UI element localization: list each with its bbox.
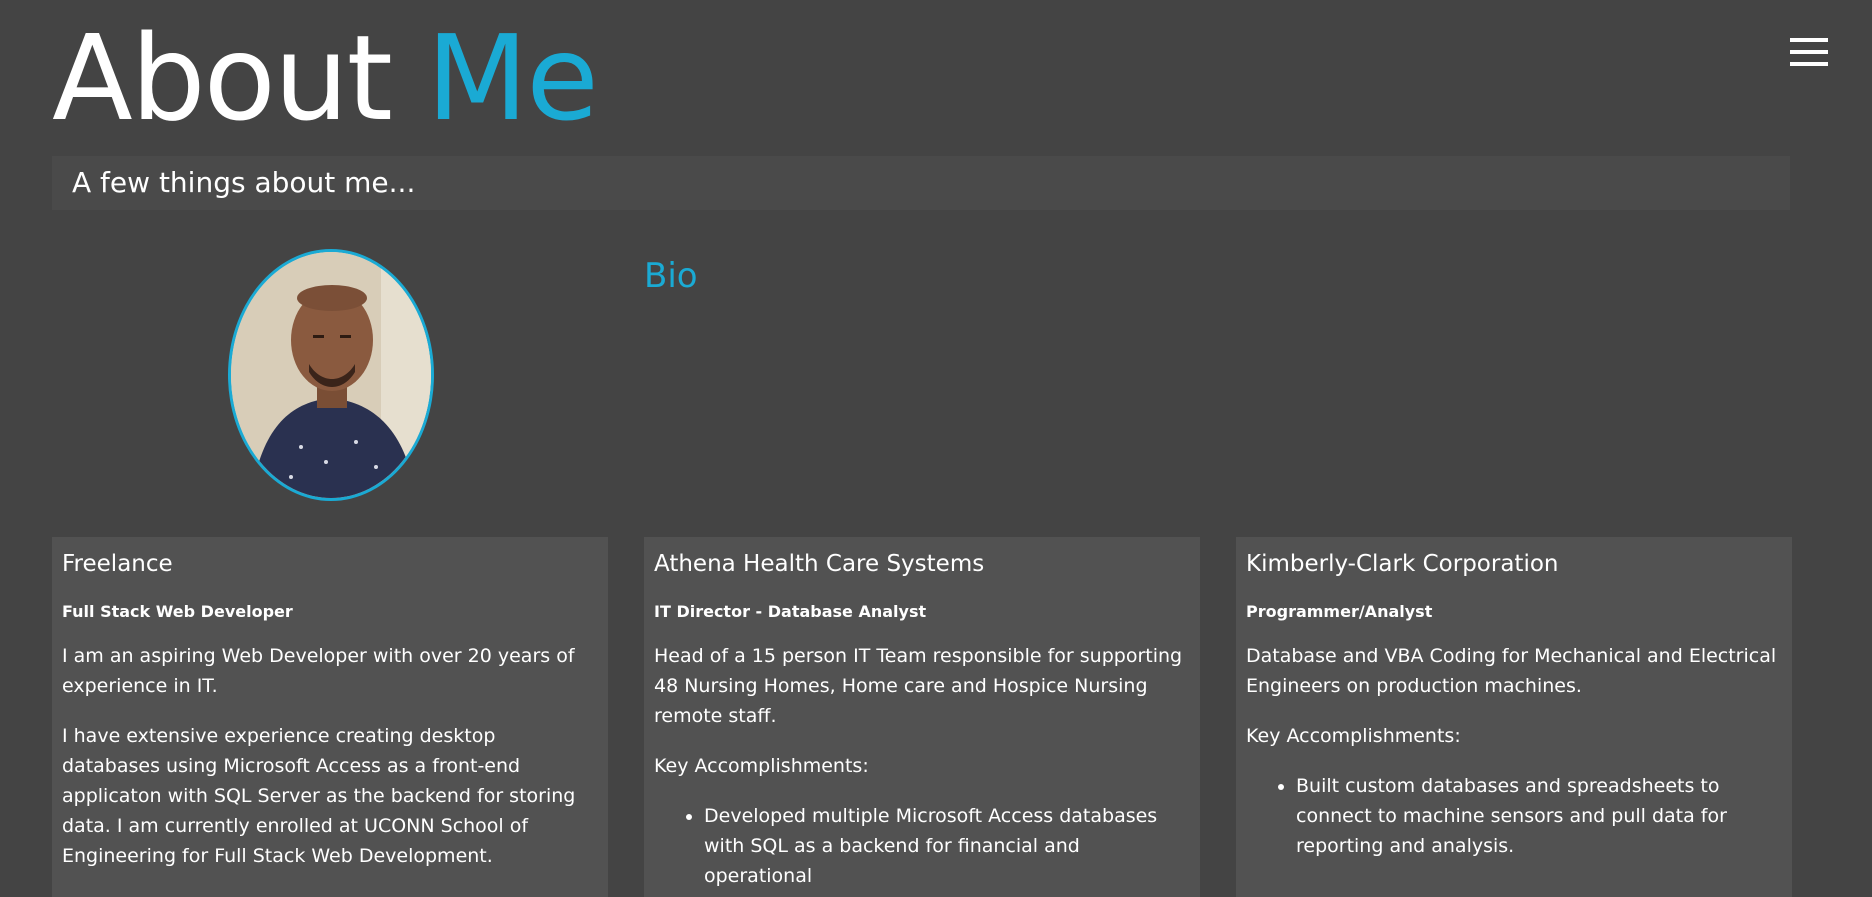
profile-photo-illustration	[231, 252, 431, 498]
experience-card-athena: Athena Health Care Systems IT Director -…	[644, 537, 1200, 897]
card-paragraph: Key Accomplishments:	[654, 755, 869, 777]
list-item: Developed multiple Microsoft Access data…	[704, 801, 1190, 891]
card-paragraph: Head of a 15 person IT Team responsible …	[654, 645, 1183, 727]
subtitle-bar: A few things about me...	[52, 156, 1790, 210]
card-company: Freelance	[62, 551, 173, 577]
accomplishments-list: Built custom databases and spreadsheets …	[1246, 771, 1782, 861]
card-company: Athena Health Care Systems	[654, 551, 985, 577]
hamburger-icon[interactable]	[1790, 38, 1828, 66]
page-title-part1: About	[52, 9, 393, 147]
page-title: About Me	[52, 8, 599, 148]
card-paragraph: Database and VBA Coding for Mechanical a…	[1246, 645, 1777, 697]
experience-card-kimberly-clark: Kimberly-Clark Corporation Programmer/An…	[1236, 537, 1792, 897]
accomplishments-list: Developed multiple Microsoft Access data…	[654, 801, 1190, 891]
profile-photo	[228, 249, 434, 501]
card-paragraph: I have extensive experience creating des…	[62, 725, 576, 867]
card-paragraph: Key Accomplishments:	[1246, 725, 1461, 747]
card-paragraph: I am an aspiring Web Developer with over…	[62, 645, 575, 697]
card-company: Kimberly-Clark Corporation	[1246, 551, 1559, 577]
bio-heading: Bio	[644, 256, 698, 296]
card-role: Programmer/Analyst	[1246, 602, 1433, 621]
card-role: Full Stack Web Developer	[62, 602, 293, 621]
page-title-part2: Me	[426, 9, 598, 147]
card-role: IT Director - Database Analyst	[654, 602, 927, 621]
experience-card-freelance: Freelance Full Stack Web Developer I am …	[52, 537, 608, 897]
list-item: Built custom databases and spreadsheets …	[1296, 771, 1782, 861]
subtitle-text: A few things about me...	[72, 166, 416, 199]
